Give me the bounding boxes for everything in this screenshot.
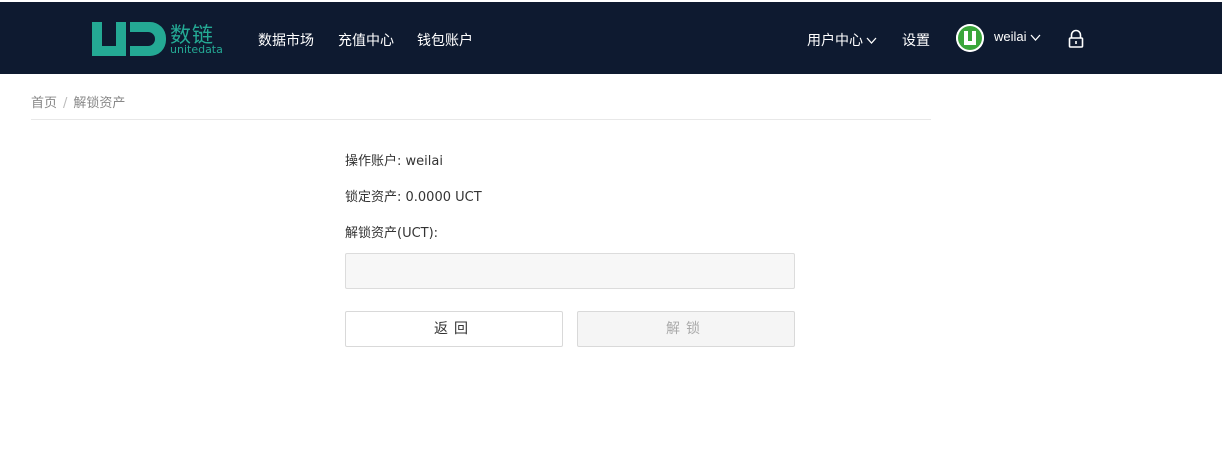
locked-assets-text: 锁定资产: 0.0000 UCT: [345, 190, 482, 205]
lock-icon[interactable]: [1067, 29, 1085, 49]
nav-recharge-center[interactable]: 充值中心: [338, 30, 394, 50]
user-center-menu[interactable]: 用户中心: [807, 30, 877, 50]
breadcrumb-home-link[interactable]: 首页: [31, 96, 57, 111]
unitedata-logo-icon[interactable]: [90, 20, 168, 58]
operating-account-text: 操作账户: weilai: [345, 154, 443, 169]
unlock-button[interactable]: 解锁: [577, 311, 795, 347]
nav-wallet-account[interactable]: 钱包账户: [417, 30, 473, 50]
unlock-amount-input[interactable]: [345, 253, 795, 289]
unlock-amount-label: 解锁资产(UCT):: [345, 226, 439, 241]
logo-english-text: unitedata: [170, 43, 223, 56]
header-divider: [31, 119, 931, 120]
user-center-label: 用户中心: [807, 33, 863, 49]
settings-link[interactable]: 设置: [902, 30, 930, 50]
username-menu[interactable]: weilai: [994, 29, 1041, 44]
chevron-down-icon: [1030, 34, 1040, 41]
breadcrumb: 首页 / 解锁资产: [31, 92, 125, 111]
breadcrumb-separator: /: [63, 96, 68, 111]
nav-data-market[interactable]: 数据市场: [258, 30, 314, 50]
back-button[interactable]: 返回: [345, 311, 563, 347]
chevron-down-icon: [866, 37, 877, 44]
top-navbar: 数链 unitedata 数据市场 充值中心 钱包账户 用户中心 设置 weil…: [0, 2, 1222, 74]
breadcrumb-current: 解锁资产: [73, 96, 126, 111]
username-label: weilai: [994, 29, 1027, 44]
user-avatar[interactable]: [956, 24, 984, 52]
